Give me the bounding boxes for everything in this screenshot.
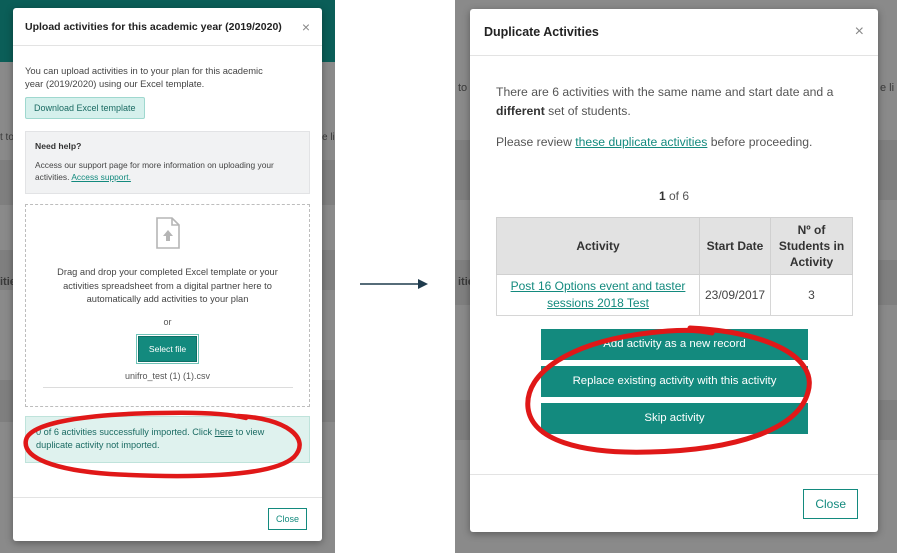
selected-file-name: unifro_test (1) (1).csv [124,370,211,381]
file-upload-icon [155,217,180,249]
intro-text: You can upload activities in to your pla… [25,65,263,89]
dialog-body: There are 6 activities with the same nam… [470,56,878,434]
select-file-button[interactable]: Select file [135,333,200,364]
pager-current: 1 [658,189,666,203]
duplicate-activities-dialog: Duplicate Activities × There are 6 activ… [470,9,878,532]
add-as-new-record-button[interactable]: Add activity as a new record [541,329,808,360]
activity-cell: Post 16 Options event and taster session… [496,274,700,316]
upload-activities-dialog: Upload activities for this academic year… [13,8,322,541]
result-text: 0 of 6 activities successfully imported.… [36,427,215,437]
help-box: Need help? Access our support page for m… [25,131,310,194]
dialog-header: Duplicate Activities × [470,9,878,56]
table-row: Post 16 Options event and taster session… [496,274,853,316]
background-text-fragment: t to [0,132,14,143]
activity-link[interactable]: Post 16 Options event and taster session… [511,279,686,310]
students-count-cell: 3 [770,274,853,316]
close-icon[interactable]: × [855,23,864,41]
table-header-row: Activity Start Date Nº of Students in Ac… [496,217,853,275]
column-header-students: Nº of Students in Activity [770,217,853,275]
start-date-cell: 23/09/2017 [699,274,771,316]
close-icon[interactable]: × [302,19,310,35]
pagination-indicator: 1 of 6 [496,189,852,203]
review-message: Please review these duplicate activities… [496,135,852,149]
arrow-right-icon [360,279,428,289]
download-template-button[interactable]: Download Excel template [25,97,145,119]
duplicate-message: There are 6 activities with the same nam… [496,83,852,121]
background-text-fragment: e li [880,82,895,94]
access-support-link[interactable]: Access support. [71,172,131,182]
file-drop-zone[interactable]: Drag and drop your completed Excel templ… [25,204,310,407]
dialog-footer: Close [13,497,322,541]
dialog-title: Upload activities for this academic year… [25,20,282,33]
duplicate-activities-link[interactable]: these duplicate activities [575,135,707,149]
review-text-end: before proceeding. [707,135,813,149]
replace-existing-activity-button[interactable]: Replace existing activity with this acti… [541,366,808,397]
import-result-alert: 0 of 6 activities successfully imported.… [25,416,310,463]
dialog-title: Duplicate Activities [484,25,599,39]
skip-activity-button[interactable]: Skip activity [541,403,808,434]
dialog-body: You can upload activities in to your pla… [13,46,322,463]
column-header-start-date: Start Date [699,217,771,275]
column-header-activity: Activity [496,217,700,275]
help-title: Need help? [35,141,82,151]
dialog-header: Upload activities for this academic year… [13,8,322,46]
message-emphasis: different [496,104,545,118]
background-text-fragment: to [458,82,468,94]
divider [42,386,293,388]
dialog-footer: Close [470,474,878,532]
duplicate-actions: Add activity as a new record Replace exi… [541,329,808,434]
message-text-end: set of students. [544,104,631,118]
pager-total: of 6 [665,189,690,203]
close-button[interactable]: Close [267,508,307,530]
view-duplicates-link[interactable]: here [215,427,233,437]
drop-instructions: Drag and drop your completed Excel templ… [57,267,278,304]
background-text-fragment: e li [322,132,335,143]
close-button[interactable]: Close [803,489,858,519]
help-text: Access our support page for more informa… [35,159,300,183]
screenshot-canvas: t to itie e li to itie e li Upload activ… [0,0,897,553]
message-text: There are 6 activities with the same nam… [496,85,834,99]
review-text: Please review [496,135,576,149]
or-separator: or [163,316,172,327]
duplicate-activity-table: Activity Start Date Nº of Students in Ac… [496,217,853,316]
